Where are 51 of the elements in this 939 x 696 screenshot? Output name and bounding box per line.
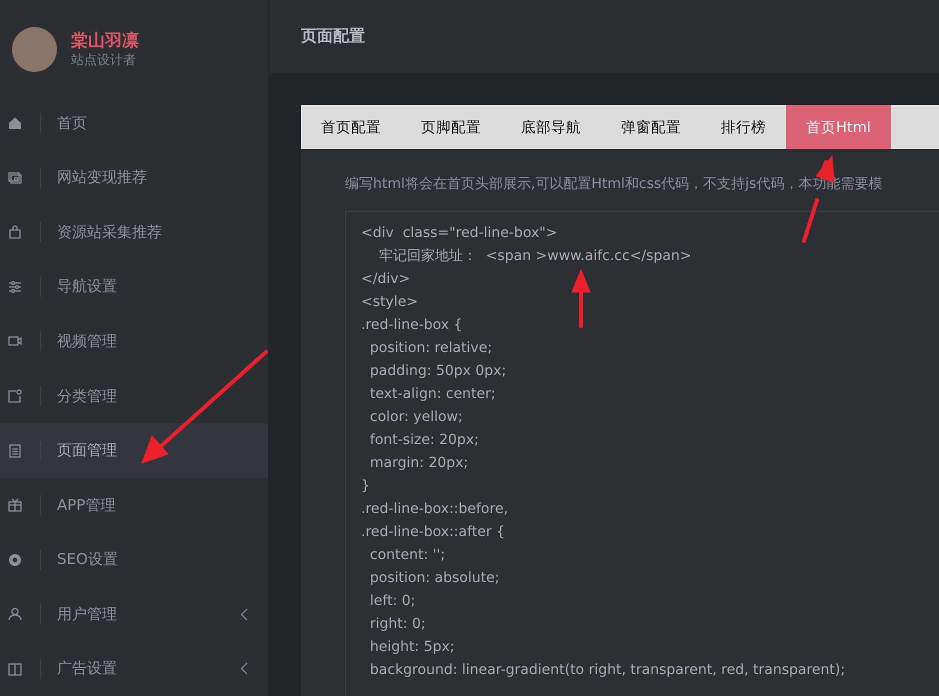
sidebar-item[interactable]: APP管理 <box>0 478 268 532</box>
sidebar-item[interactable]: 资源站采集推荐 <box>0 205 268 260</box>
money-icon <box>8 170 22 185</box>
sidebar-item[interactable]: 分类管理 <box>0 368 268 424</box>
code-line: position: absolute; <box>368 569 500 588</box>
sidebar-item[interactable]: 首页 <box>0 96 268 151</box>
code-line: left: 0; <box>368 592 416 611</box>
book-icon <box>8 662 22 676</box>
code-line: color: yellow; <box>368 408 464 427</box>
code-line: 牢记回家地址： <span >www.aifc.cc</span> <box>378 247 693 266</box>
tab[interactable]: 弹窗配置 <box>601 105 701 149</box>
code-line: height: 5px; <box>368 638 456 657</box>
sidebar-item[interactable]: 广告设置 <box>0 641 268 696</box>
profile-role: 站点设计者 <box>71 52 137 70</box>
home-icon <box>8 116 22 130</box>
code-line: position: relative; <box>368 339 494 358</box>
gift-icon <box>8 498 22 512</box>
sidebar-item[interactable]: 导航设置 <box>0 260 268 314</box>
sidebar-item[interactable]: 网站变现推荐 <box>0 150 268 206</box>
code-line: padding: 50px 0px; <box>368 362 508 381</box>
code-line: } <box>361 477 371 496</box>
code-line: right: 0; <box>368 615 427 634</box>
tab[interactable]: 页脚配置 <box>401 105 501 149</box>
sidebar-item[interactable]: 用户管理 <box>0 586 268 642</box>
code-line: <style> <box>361 293 420 312</box>
sidebar-item[interactable]: 页面管理 <box>0 423 268 478</box>
tab[interactable]: 排行榜 <box>701 105 786 149</box>
code-line: .red-line-box::after { <box>361 523 506 542</box>
code-line: content: ''; <box>368 546 446 565</box>
code-line: .red-line-box { <box>361 316 464 335</box>
tab[interactable]: 底部导航 <box>501 105 601 149</box>
code-line: <div class="red-line-box"> <box>361 224 558 243</box>
page-icon <box>8 444 22 458</box>
video-icon <box>8 334 22 348</box>
page-title: 页面配置 <box>301 26 365 47</box>
user-icon <box>8 607 22 622</box>
code-line: background: linear-gradient(to right, transparent, red, transparent); <box>368 661 846 680</box>
profile-name: 棠山羽凛 <box>71 30 139 52</box>
code-line: margin: 20px; <box>368 454 470 473</box>
code-line: font-size: 20px; <box>368 431 480 450</box>
sidebar-item[interactable]: SEO设置 <box>0 532 268 587</box>
avatar-circle <box>12 27 57 72</box>
category-icon <box>8 389 22 403</box>
tab[interactable]: 首页配置 <box>301 105 401 149</box>
code-line: text-align: center; <box>368 385 497 404</box>
sliders-icon <box>8 280 22 294</box>
code-line: </div> <box>361 270 412 289</box>
sidebar-item[interactable]: 视频管理 <box>0 314 268 369</box>
code-line: .red-line-box::before, <box>361 500 510 519</box>
annotation-arrow <box>571 268 591 328</box>
tab[interactable]: 首页Html <box>786 105 891 149</box>
